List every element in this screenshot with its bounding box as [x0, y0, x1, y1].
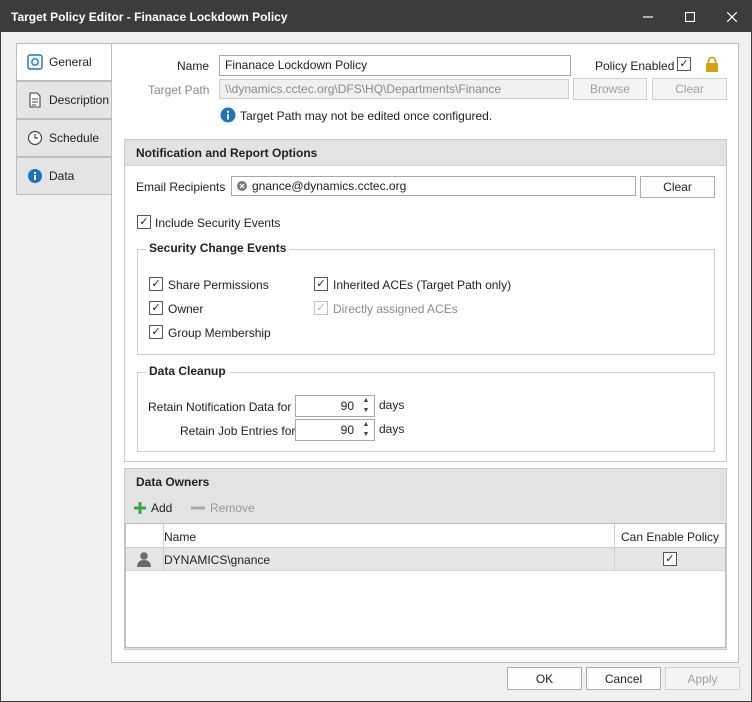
cancel-button[interactable]: Cancel: [586, 667, 661, 690]
retain-job-label: Retain Job Entries for: [180, 424, 296, 438]
browse-button[interactable]: Browse: [573, 78, 647, 100]
column-header-can-enable[interactable]: Can Enable Policy: [621, 530, 719, 544]
email-recipients-label: Email Recipients: [136, 180, 226, 194]
email-token-text: gnance@dynamics.cctec.org: [252, 179, 407, 193]
window-title: Target Policy Editor - Finanace Lockdown…: [11, 10, 288, 24]
remove-owner-button[interactable]: Remove: [191, 501, 255, 515]
tab-label: Description: [49, 93, 110, 107]
directly-assigned-aces-checkbox[interactable]: ✓: [314, 301, 328, 315]
remove-token-icon[interactable]: [237, 181, 247, 191]
data-owners-grid: Name Can Enable Policy DYNAMICS\gnance ✓: [125, 523, 726, 648]
retain-job-value: 90: [340, 423, 354, 437]
tab-label: Data: [49, 169, 75, 183]
ok-button[interactable]: OK: [507, 667, 582, 690]
close-icon: [727, 11, 737, 22]
share-permissions-checkbox[interactable]: ✓: [149, 277, 163, 291]
retain-job-spinner[interactable]: 90 ▲ ▼: [295, 419, 375, 441]
add-owner-button[interactable]: Add: [134, 501, 172, 515]
notification-section-header: Notification and Report Options: [125, 140, 726, 166]
share-permissions-label: Share Permissions: [168, 278, 269, 292]
info-icon: [28, 169, 42, 183]
clock-icon: [27, 130, 43, 146]
minus-icon: [191, 506, 205, 510]
tab-label: Schedule: [49, 131, 100, 145]
remove-owner-label: Remove: [210, 501, 255, 515]
grid-header: Name Can Enable Policy: [126, 524, 725, 548]
add-owner-label: Add: [151, 501, 173, 515]
tab-general[interactable]: General: [16, 43, 113, 81]
spinner-arrows-icon[interactable]: ▲ ▼: [358, 420, 374, 440]
title-bar: Target Policy Editor - Finanace Lockdown…: [1, 1, 751, 32]
can-enable-policy-checkbox[interactable]: ✓: [663, 552, 677, 566]
owner-name-cell: DYNAMICS\gnance: [164, 553, 271, 567]
minimize-button[interactable]: [625, 1, 671, 32]
target-path-input[interactable]: \\dynamics.cctec.org\DFS\HQ\Departments\…: [219, 79, 569, 99]
column-divider: [614, 524, 615, 548]
plus-icon: [134, 502, 146, 514]
user-icon: [137, 552, 151, 567]
retain-notification-spinner[interactable]: 90 ▲ ▼: [295, 395, 375, 417]
name-label: Name: [177, 59, 210, 73]
data-owners-header: Data Owners: [125, 469, 726, 495]
tab-schedule[interactable]: Schedule: [16, 119, 112, 157]
group-membership-checkbox[interactable]: ✓: [149, 325, 163, 339]
retain-notification-label: Retain Notification Data for: [148, 400, 292, 414]
target-path-label: Target Path: [148, 83, 210, 97]
directly-assigned-aces-label: Directly assigned ACEs: [333, 302, 458, 316]
days-label: days: [379, 422, 405, 436]
policy-enabled-label: Policy Enabled: [595, 59, 675, 73]
inherited-aces-checkbox[interactable]: ✓: [314, 277, 328, 291]
lock-icon: [706, 56, 718, 72]
general-icon: [27, 54, 43, 70]
column-header-name[interactable]: Name: [164, 530, 196, 544]
security-change-events-title: Security Change Events: [146, 241, 290, 255]
include-security-events-checkbox[interactable]: ✓: [137, 215, 151, 229]
apply-button[interactable]: Apply: [665, 667, 740, 690]
maximize-icon: [685, 11, 695, 22]
email-recipients-input[interactable]: gnance@dynamics.cctec.org: [231, 176, 636, 196]
retain-notification-value: 90: [340, 399, 354, 413]
clear-recipients-button[interactable]: Clear: [640, 176, 715, 198]
tab-label: General: [49, 55, 92, 69]
tab-description[interactable]: Description: [16, 81, 112, 119]
policy-editor-window: Target Policy Editor - Finanace Lockdown…: [0, 0, 752, 702]
document-icon: [29, 92, 41, 108]
policy-enabled-checkbox[interactable]: ✓: [677, 57, 691, 71]
spinner-arrows-icon[interactable]: ▲ ▼: [358, 396, 374, 416]
table-row[interactable]: DYNAMICS\gnance ✓: [126, 548, 725, 571]
target-path-info-text: Target Path may not be edited once confi…: [240, 109, 493, 123]
name-input[interactable]: Finanace Lockdown Policy: [219, 55, 571, 76]
days-label: days: [379, 398, 405, 412]
owner-label: Owner: [168, 302, 204, 316]
clear-path-button[interactable]: Clear: [652, 78, 727, 100]
minimize-icon: [643, 15, 653, 18]
data-cleanup-title: Data Cleanup: [146, 364, 229, 378]
inherited-aces-label: Inherited ACEs (Target Path only): [333, 278, 512, 292]
maximize-button[interactable]: [667, 1, 713, 32]
email-token: gnance@dynamics.cctec.org: [237, 179, 406, 193]
include-security-events-label: Include Security Events: [155, 216, 281, 230]
column-divider: [614, 548, 615, 570]
info-icon: [220, 107, 236, 123]
owner-checkbox[interactable]: ✓: [149, 301, 163, 315]
tab-data[interactable]: Data: [16, 157, 112, 195]
group-membership-label: Group Membership: [168, 326, 271, 340]
close-button[interactable]: [709, 1, 752, 32]
